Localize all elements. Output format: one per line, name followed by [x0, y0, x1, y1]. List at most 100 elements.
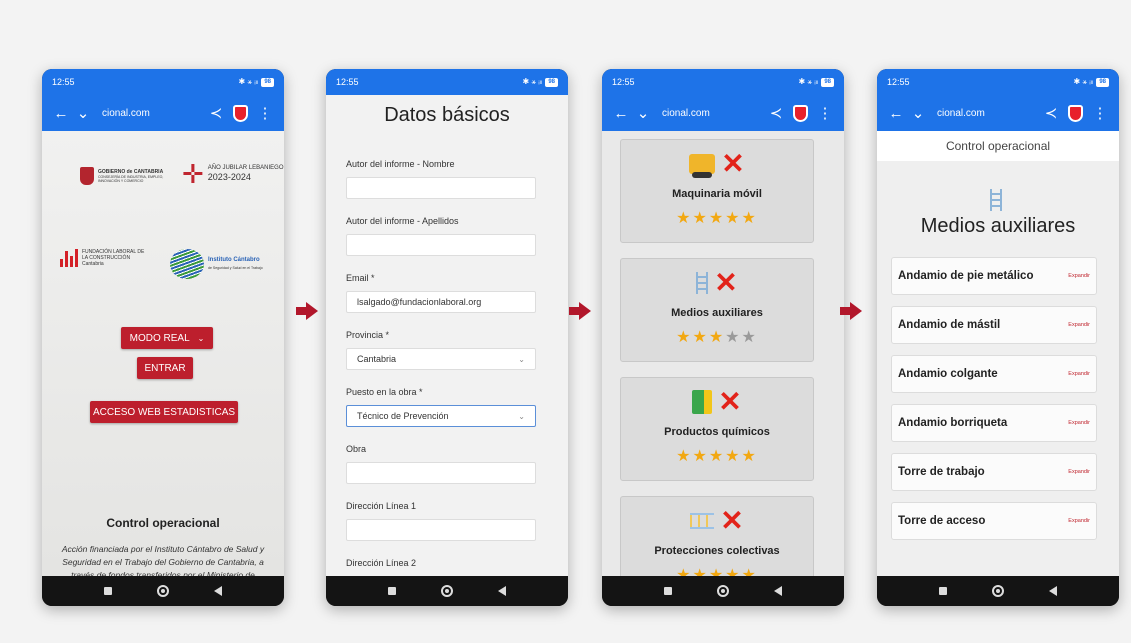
back-nav-icon[interactable]: [497, 586, 506, 596]
railing-icon: [690, 513, 715, 529]
battery-icon: 98: [821, 77, 834, 87]
recent-apps-icon[interactable]: [388, 587, 397, 595]
more-menu-icon[interactable]: ⋮: [814, 104, 836, 122]
close-x-icon: ✕: [721, 148, 745, 179]
more-menu-icon[interactable]: ⋮: [1089, 104, 1111, 122]
chevron-down-icon: ⌄: [197, 333, 205, 343]
shield-icon[interactable]: [793, 104, 808, 122]
shield-icon[interactable]: [233, 104, 248, 122]
apellidos-field[interactable]: [346, 234, 536, 256]
recent-apps-icon[interactable]: [939, 587, 948, 595]
flow-arrow-icon: [840, 302, 862, 320]
category-card-quimicos[interactable]: ✕ Productos químicos ★★★★★: [620, 377, 814, 481]
list-item[interactable]: Andamio de mástil Expandir: [891, 306, 1097, 344]
status-icons: ✱ ⚹ ᵢₗₗ 98: [798, 77, 834, 87]
chevron-down-icon[interactable]: ⌄: [72, 104, 94, 122]
category-card-medios[interactable]: ✕ Medios auxiliares ★★★★★: [620, 258, 814, 362]
more-menu-icon[interactable]: ⋮: [254, 104, 276, 122]
star-rating: ★★★★★: [676, 448, 758, 465]
expand-button[interactable]: Expandir: [1068, 469, 1090, 475]
gobierno-cantabria-logo: GOBIERNO de CANTABRIA CONSEJERÍA DE INDUS…: [80, 167, 168, 185]
url-field[interactable]: cional.com: [94, 108, 205, 119]
expand-button[interactable]: Expandir: [1068, 273, 1090, 279]
status-icons: ✱ ⚹ ᵢₗₗ 98: [238, 77, 274, 87]
battery-icon: 98: [261, 77, 274, 87]
field-label-puesto: Puesto en la obra *: [346, 387, 423, 397]
puesto-select[interactable]: Técnico de Prevención ⌄: [346, 405, 536, 427]
back-icon[interactable]: ←: [50, 105, 72, 122]
list-item[interactable]: Andamio de pie metálico Expandir: [891, 257, 1097, 295]
field-label-nombre: Autor del informe - Nombre: [346, 159, 455, 169]
expand-button[interactable]: Expandir: [1068, 420, 1090, 426]
recent-apps-icon[interactable]: [664, 587, 673, 595]
url-field[interactable]: cional.com: [654, 108, 765, 119]
expand-button[interactable]: Expandir: [1068, 371, 1090, 377]
obra-field[interactable]: [346, 462, 536, 484]
back-icon[interactable]: ←: [610, 105, 632, 122]
url-field[interactable]: cional.com: [929, 108, 1040, 119]
provincia-select[interactable]: Cantabria ⌄: [346, 348, 536, 370]
star-rating: ★★★★★: [676, 329, 758, 346]
home-icon[interactable]: [716, 585, 729, 597]
list-item[interactable]: Torre de trabajo Expandir: [891, 453, 1097, 491]
category-title: Maquinaria móvil: [672, 188, 762, 200]
android-nav-bar: [877, 576, 1119, 606]
list-item[interactable]: Torre de acceso Expandir: [891, 502, 1097, 540]
jubilar-logo: ✛ AÑO JUBILAR LEBANIEGO 2023-2024: [182, 159, 284, 189]
field-label-direccion1: Dirección Línea 1: [346, 501, 417, 511]
email-field[interactable]: lsalgado@fundacionlaboral.org: [346, 291, 536, 313]
share-icon[interactable]: ≺: [205, 104, 227, 122]
back-nav-icon[interactable]: [1048, 586, 1057, 596]
expand-button[interactable]: Expandir: [1068, 518, 1090, 524]
puesto-value: Técnico de Prevención: [357, 411, 449, 421]
phone-screen-basic-data: 12:55 ✱ ⚹ ᵢₗₗ 98 Datos básicos Autor del …: [326, 69, 568, 606]
back-nav-icon[interactable]: [773, 586, 782, 596]
categories-content: ✕ Maquinaria móvil ★★★★★ ✕ Medios auxili…: [602, 131, 844, 600]
browser-toolbar: ← ⌄ cional.com ≺ ⋮: [42, 95, 284, 131]
page-heading: Control operacional: [106, 516, 220, 530]
chevron-down-icon[interactable]: ⌄: [907, 104, 929, 122]
mode-select[interactable]: MODO REAL ⌄: [121, 327, 213, 349]
status-icons: ✱ ⚹ ᵢₗₗ 98: [522, 77, 558, 87]
instituto-cantabro-logo: Instituto Cántabro de Seguridad y Salud e…: [170, 249, 263, 279]
phone-screen-medios-auxiliares: 12:55 ✱ ⚹ ᵢₗₗ 98 ← ⌄ cional.com ≺ ⋮ Contr…: [877, 69, 1119, 606]
close-x-icon: ✕: [720, 505, 744, 536]
list-item[interactable]: Andamio borriqueta Expandir: [891, 404, 1097, 442]
expand-button[interactable]: Expandir: [1068, 322, 1090, 328]
provincia-value: Cantabria: [357, 354, 397, 364]
share-icon[interactable]: ≺: [1040, 104, 1062, 122]
status-time: 12:55: [887, 77, 910, 87]
stats-web-button[interactable]: ACCESO WEB ESTADISTICAS: [90, 401, 238, 423]
status-bar: 12:55 ✱ ⚹ ᵢₗₗ 98: [326, 69, 568, 95]
battery-icon: 98: [1096, 77, 1109, 87]
chevron-down-icon[interactable]: ⌄: [632, 104, 654, 122]
status-bar: 12:55 ✱ ⚹ ᵢₗₗ 98: [877, 69, 1119, 95]
back-icon[interactable]: ←: [885, 105, 907, 122]
direccion1-field[interactable]: [346, 519, 536, 541]
instituto-mark-icon: [170, 249, 204, 279]
recent-apps-icon[interactable]: [104, 587, 113, 595]
browser-toolbar: ← ⌄ cional.com ≺ ⋮: [877, 95, 1119, 131]
android-nav-bar: [602, 576, 844, 606]
shield-icon[interactable]: [1068, 104, 1083, 122]
mode-select-value: MODO REAL: [129, 332, 190, 344]
enter-button[interactable]: ENTRAR: [137, 357, 193, 379]
fundacion-laboral-logo: FUNDACIÓN LABORAL DE LA CONSTRUCCIÓN Cant…: [60, 249, 146, 267]
nombre-field[interactable]: [346, 177, 536, 199]
status-time: 12:55: [52, 77, 75, 87]
star-rating: ★★★★★: [676, 210, 758, 227]
share-icon[interactable]: ≺: [765, 104, 787, 122]
home-icon[interactable]: [991, 585, 1004, 597]
category-title: Medios auxiliares: [671, 307, 763, 319]
home-icon[interactable]: [156, 585, 169, 597]
truck-icon: [689, 154, 716, 178]
category-title: Protecciones colectivas: [654, 545, 780, 557]
page-title: Datos básicos: [384, 104, 510, 126]
category-card-maquinaria[interactable]: ✕ Maquinaria móvil ★★★★★: [620, 139, 814, 243]
list-item[interactable]: Andamio colgante Expandir: [891, 355, 1097, 393]
home-icon[interactable]: [440, 585, 453, 597]
flow-arrow-icon: [569, 302, 591, 320]
category-title: Productos químicos: [664, 426, 770, 438]
ladder-icon: [696, 272, 709, 294]
back-nav-icon[interactable]: [213, 586, 222, 596]
